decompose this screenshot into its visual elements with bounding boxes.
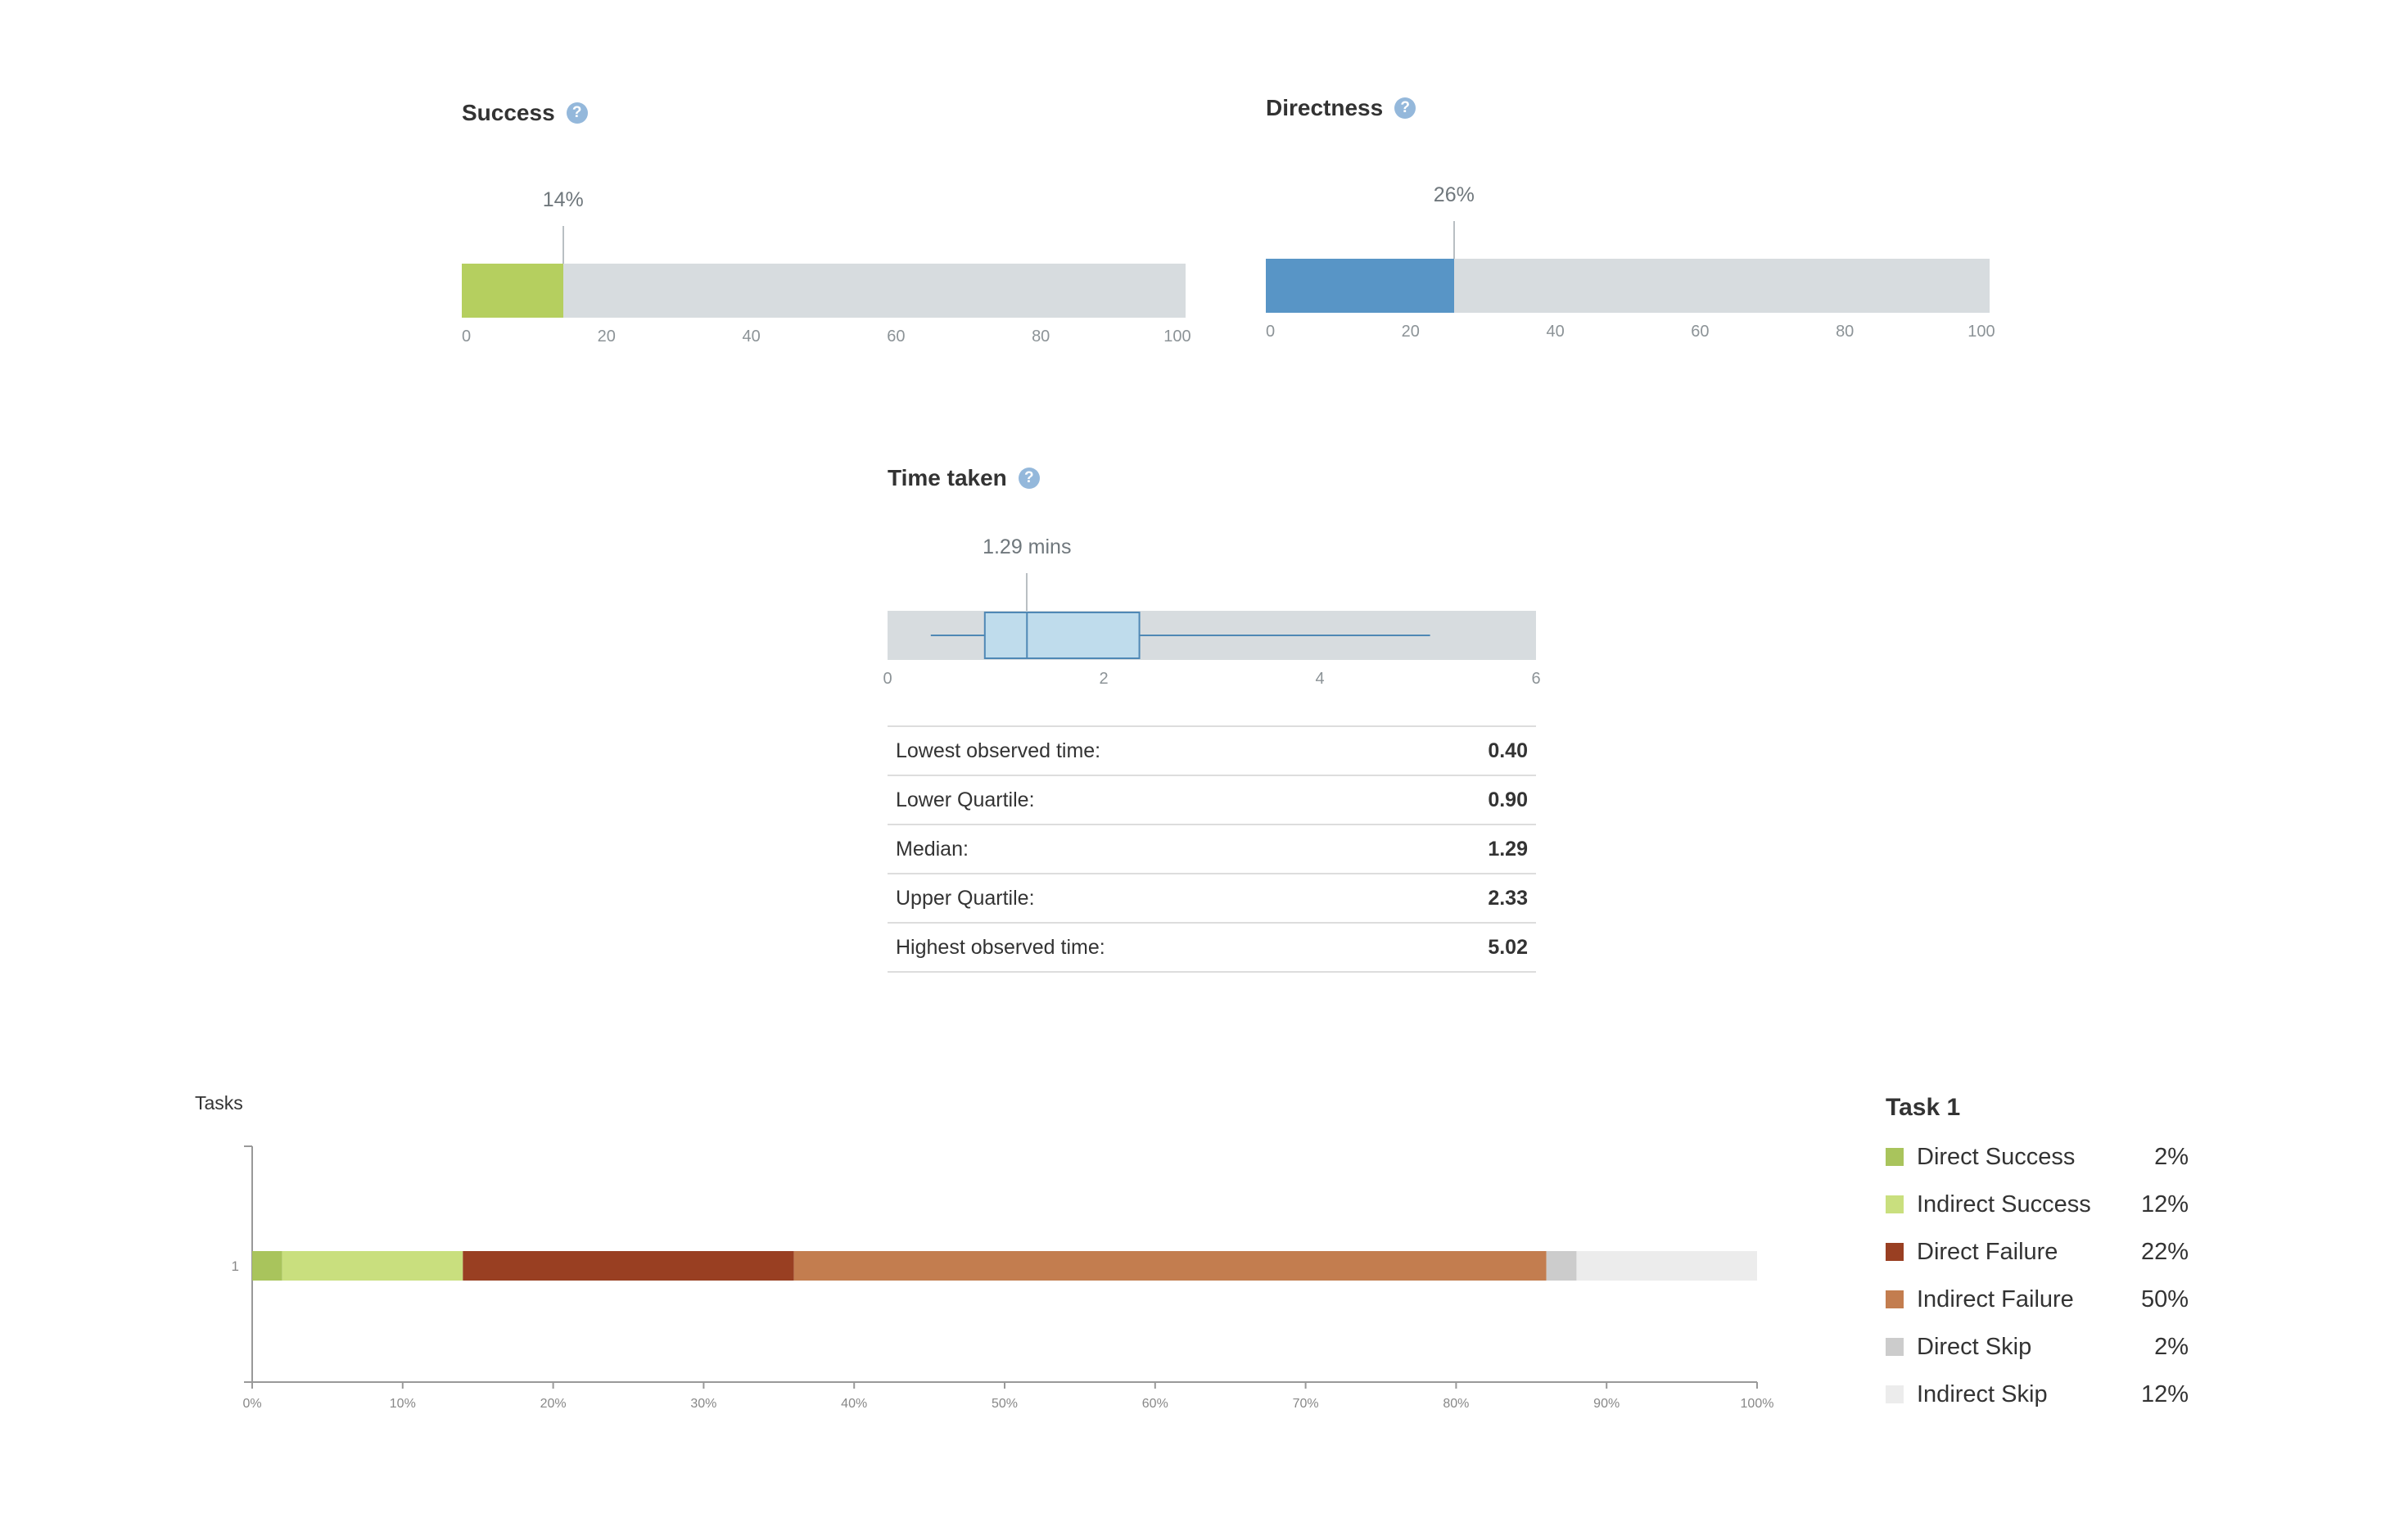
legend-value: 2% bbox=[2154, 1143, 2189, 1170]
legend-item[interactable]: Direct Skip 2% bbox=[1886, 1329, 2189, 1365]
legend-label: Indirect Skip bbox=[1917, 1380, 2048, 1407]
tasks-x-tick-label: 10% bbox=[390, 1397, 416, 1411]
legend-value: 22% bbox=[2140, 1238, 2189, 1265]
legend-value: 12% bbox=[2140, 1190, 2189, 1218]
tasks-bar-segment bbox=[463, 1251, 794, 1281]
legend-item[interactable]: Direct Success 2% bbox=[1886, 1139, 2189, 1175]
legend-swatch bbox=[1886, 1148, 1904, 1166]
legend-item[interactable]: Indirect Success 12% bbox=[1886, 1186, 2189, 1222]
tasks-x-tick-label: 20% bbox=[540, 1397, 567, 1411]
tasks-bar-segment bbox=[282, 1251, 463, 1281]
legend-swatch bbox=[1886, 1290, 1904, 1308]
legend-title: Task 1 bbox=[1886, 1094, 1961, 1121]
tasks-bar-segment bbox=[1546, 1251, 1577, 1281]
tasks-x-tick-label: 100% bbox=[1741, 1397, 1774, 1411]
tasks-bar-segment bbox=[793, 1251, 1547, 1281]
legend-label: Direct Skip bbox=[1917, 1333, 2032, 1360]
tasks-x-tick-label: 50% bbox=[992, 1397, 1018, 1411]
tasks-category-label: 1 bbox=[232, 1258, 239, 1274]
legend-swatch bbox=[1886, 1243, 1904, 1261]
legend-item[interactable]: Indirect Failure 50% bbox=[1886, 1281, 2189, 1317]
legend-label: Indirect Success bbox=[1917, 1190, 2091, 1218]
legend-item[interactable]: Indirect Skip 12% bbox=[1886, 1376, 2189, 1412]
tasks-x-tick-label: 60% bbox=[1142, 1397, 1168, 1411]
tasks-bar-segment bbox=[1576, 1251, 1757, 1281]
tasks-x-tick-label: 0% bbox=[242, 1397, 261, 1411]
tasks-bar-segment bbox=[252, 1251, 282, 1281]
legend-value: 2% bbox=[2154, 1333, 2189, 1360]
legend-swatch bbox=[1886, 1385, 1904, 1403]
legend-swatch bbox=[1886, 1195, 1904, 1213]
legend-value: 50% bbox=[2140, 1285, 2189, 1312]
tasks-x-tick-label: 80% bbox=[1443, 1397, 1469, 1411]
tasks-x-tick-label: 40% bbox=[841, 1397, 867, 1411]
legend-value: 12% bbox=[2140, 1380, 2189, 1407]
tasks-x-tick-label: 70% bbox=[1293, 1397, 1319, 1411]
tasks-x-tick-label: 90% bbox=[1593, 1397, 1620, 1411]
legend-label: Direct Success bbox=[1917, 1143, 2076, 1170]
legend-swatch bbox=[1886, 1338, 1904, 1356]
legend-label: Direct Failure bbox=[1917, 1238, 2058, 1265]
tasks-x-tick-label: 30% bbox=[690, 1397, 716, 1411]
legend-item[interactable]: Direct Failure 22% bbox=[1886, 1234, 2189, 1270]
legend-label: Indirect Failure bbox=[1917, 1285, 2074, 1312]
